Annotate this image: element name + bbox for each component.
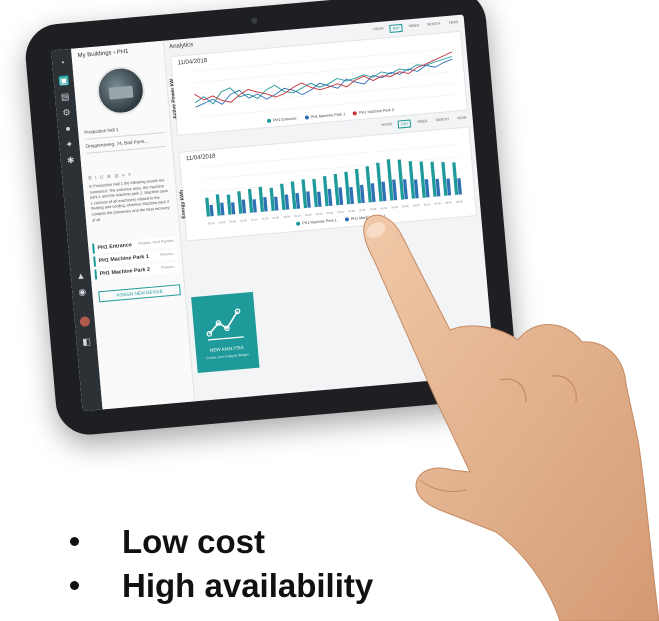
bar bbox=[263, 196, 268, 212]
line-chart-ylabel: Active Power kW bbox=[169, 78, 179, 120]
x-tick-label: 01:45 bbox=[273, 215, 280, 220]
bar-chart-ylabel: Energy kWh bbox=[178, 189, 188, 219]
tab-day[interactable]: DAY bbox=[397, 119, 412, 129]
legend-swatch bbox=[353, 111, 358, 116]
analysis-chart-icon bbox=[206, 308, 244, 341]
building-image bbox=[108, 85, 134, 100]
bullet-dot bbox=[70, 581, 79, 590]
bar bbox=[231, 202, 236, 215]
bar bbox=[269, 187, 275, 211]
x-tick-label: 00:45 bbox=[229, 219, 236, 224]
building-address-field[interactable]: Ortsgrenzweg, 74, Bad Pyrm... bbox=[85, 136, 166, 154]
bar bbox=[215, 194, 221, 216]
bug-icon[interactable]: ✱ bbox=[65, 155, 76, 166]
logo-icon[interactable]: ◔ bbox=[57, 57, 68, 68]
tab-month[interactable]: MONTH bbox=[433, 116, 451, 125]
series-line bbox=[195, 58, 453, 108]
bar bbox=[241, 199, 247, 214]
tab-month[interactable]: MONTH bbox=[425, 20, 443, 29]
bar bbox=[290, 181, 297, 210]
device-list: PH1 Entrance Phoenix, Fluid Payment PH1 … bbox=[92, 236, 179, 282]
avatar[interactable] bbox=[79, 316, 91, 328]
bar bbox=[274, 196, 279, 211]
device-name: PH1 Entrance bbox=[97, 242, 133, 252]
new-analysis-subtitle: Create your Analysis Widget bbox=[206, 352, 249, 361]
gridline bbox=[195, 82, 455, 106]
logout-icon[interactable]: ◧ bbox=[81, 336, 92, 347]
x-tick-label: 02:15 bbox=[294, 213, 301, 218]
legend-swatch bbox=[304, 115, 309, 120]
location-icon[interactable]: ● bbox=[63, 123, 74, 134]
x-tick-label: 00:15 bbox=[208, 221, 215, 226]
x-tick-label: 01:30 bbox=[262, 216, 269, 221]
legend-swatch bbox=[295, 221, 301, 226]
bar bbox=[247, 188, 254, 213]
tab-day[interactable]: DAY bbox=[389, 23, 404, 33]
device-name: PH1 Machine Park 2 bbox=[99, 266, 151, 278]
building-description[interactable]: In Production Hall 1 the following asset… bbox=[89, 177, 173, 234]
x-tick-label: 01:15 bbox=[251, 217, 258, 222]
bullet-text: High availability bbox=[122, 567, 374, 604]
x-tick-label: 02:00 bbox=[283, 214, 290, 219]
building-photo bbox=[94, 64, 147, 117]
new-analysis-button[interactable]: NEW ANALYSIS Create your Analysis Widget bbox=[191, 291, 260, 373]
legend-label: PH1 Entrance bbox=[272, 116, 297, 123]
bar bbox=[301, 179, 308, 209]
gridline bbox=[193, 59, 453, 84]
gear-icon[interactable]: ⚙ bbox=[61, 107, 72, 118]
breadcrumb[interactable]: My Buildings › PH1 bbox=[77, 49, 128, 59]
bar bbox=[312, 178, 318, 208]
x-tick-label: 01:00 bbox=[240, 218, 247, 223]
chart-icon[interactable]: ▤ bbox=[60, 91, 71, 102]
bar bbox=[237, 191, 243, 214]
bell-icon[interactable]: ▲ bbox=[75, 270, 86, 281]
bar-chart-date: 11/04/2018 bbox=[185, 153, 216, 163]
flash-icon[interactable]: ✦ bbox=[64, 139, 75, 150]
bar bbox=[280, 183, 286, 211]
tab-hour[interactable]: HOUR bbox=[371, 25, 386, 34]
x-tick-label: 00:30 bbox=[219, 220, 226, 225]
x-tick-label: 02:30 bbox=[305, 212, 312, 217]
tab-hour[interactable]: HOUR bbox=[379, 121, 394, 130]
bar bbox=[209, 204, 214, 217]
assign-device-button[interactable]: ASSIGN NEW DEVICE bbox=[98, 284, 181, 303]
bullet-dot bbox=[70, 537, 79, 546]
device-meta: Phoenix... bbox=[161, 264, 177, 270]
device-name: PH1 Machine Park 1 bbox=[98, 253, 150, 265]
camera-dot bbox=[251, 17, 258, 24]
bar bbox=[205, 197, 211, 217]
device-meta: Phoenix... bbox=[160, 251, 176, 257]
tab-year[interactable]: YEAR bbox=[455, 114, 469, 123]
legend-swatch bbox=[266, 118, 272, 123]
bar bbox=[252, 199, 257, 213]
page-title: Analytics bbox=[168, 42, 194, 51]
tab-week[interactable]: WEEK bbox=[415, 118, 430, 127]
buildings-icon[interactable]: ▣ bbox=[58, 75, 70, 86]
bullet-text: Low cost bbox=[122, 523, 266, 560]
tab-year[interactable]: YEAR bbox=[446, 19, 460, 28]
bar bbox=[220, 202, 225, 216]
hand-image bbox=[363, 214, 659, 621]
tab-week[interactable]: WEEK bbox=[407, 22, 422, 31]
bar bbox=[226, 194, 232, 215]
device-meta: Phoenix, Fluid Payment bbox=[138, 238, 175, 246]
settings-icon[interactable]: ◉ bbox=[77, 286, 88, 297]
line-chart-date: 11/04/2018 bbox=[177, 57, 208, 67]
